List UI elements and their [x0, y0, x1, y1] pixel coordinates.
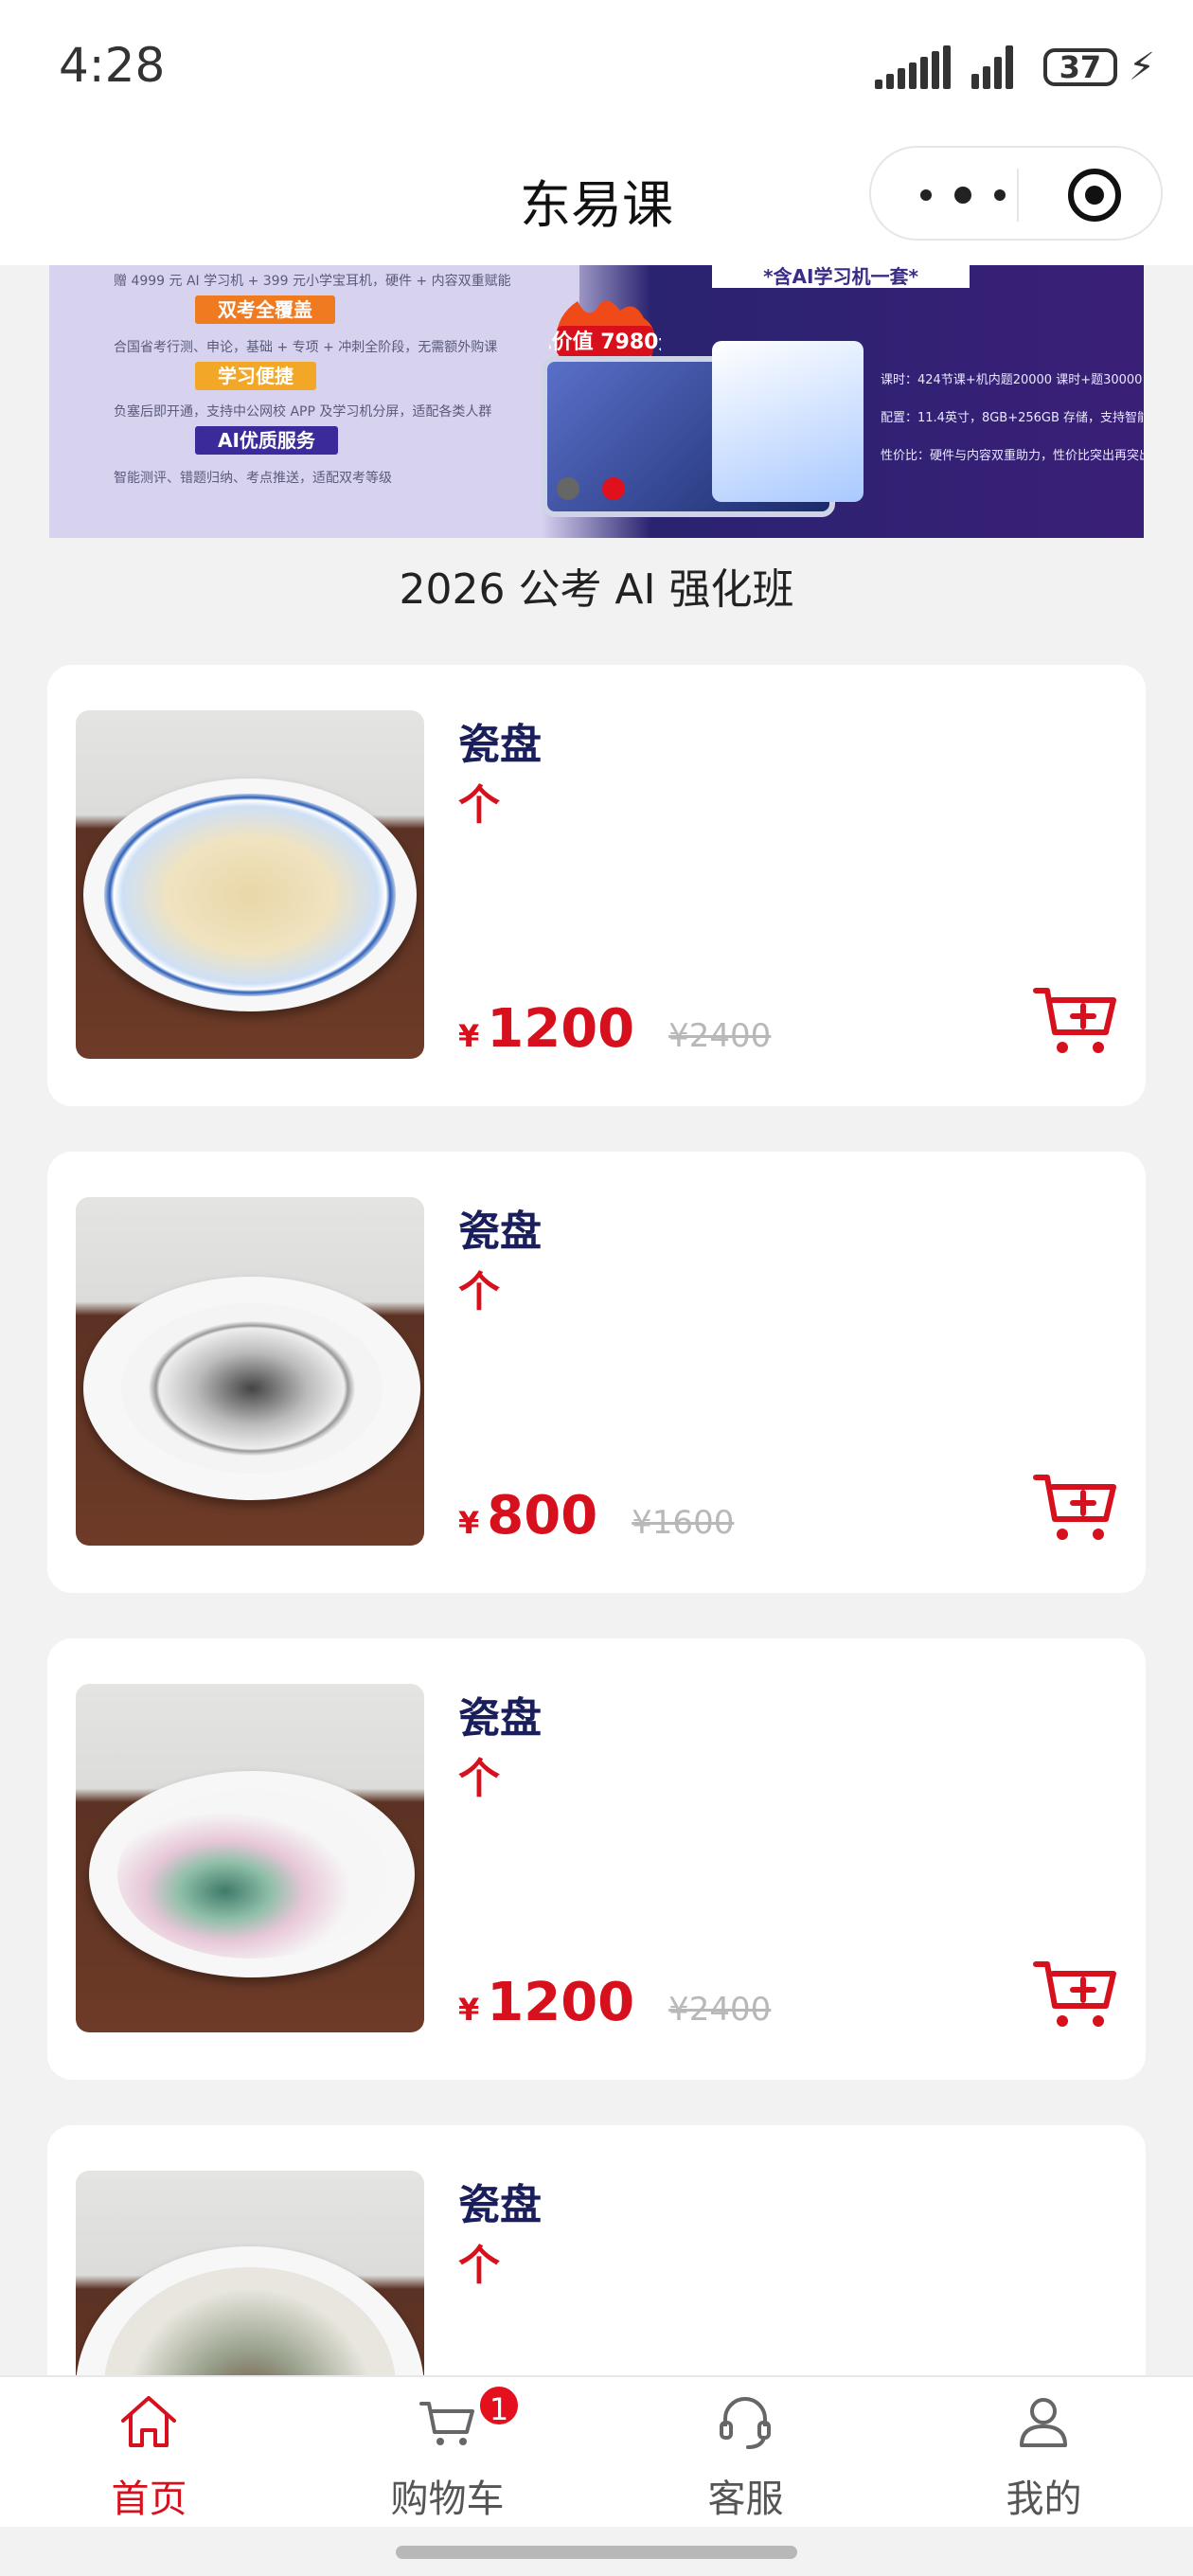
tab-label: 我的: [1006, 2478, 1082, 2521]
tab-bar: 首页 1 购物车 客服 我的: [0, 2375, 1193, 2529]
banner-spec: 课时：424节课+机内题20000 课时+题30000 知识点: [881, 373, 1144, 387]
user-icon: [1020, 2398, 1067, 2447]
capsule-divider: [1017, 169, 1019, 222]
banner-right-title: *含AI学习机一套*: [712, 265, 970, 288]
status-bar: 4:28 37 ⚡: [0, 0, 1193, 133]
add-to-cart-icon[interactable]: [1032, 983, 1117, 1059]
mini-program-capsule: [869, 146, 1163, 241]
tab-label: 购物车: [390, 2478, 505, 2521]
tab-cart[interactable]: 1 购物车: [298, 2377, 596, 2529]
product-title: 瓷盘: [458, 1694, 542, 1743]
status-icons: 37 ⚡: [874, 45, 1155, 89]
product-image: [76, 710, 424, 1059]
banner-line: 合国省考行测、申论，基础 + 专项 + 冲刺全阶段，无需额外购课: [114, 340, 498, 355]
original-price: ¥1600: [632, 1504, 735, 1542]
home-indicator[interactable]: [396, 2546, 797, 2559]
product-price: 800: [487, 1485, 598, 1547]
product-card[interactable]: 瓷盘 个 ¥ 1200 ¥2400: [47, 665, 1146, 1106]
currency-symbol: ¥: [458, 1992, 480, 2028]
original-price: ¥2400: [668, 1017, 772, 1055]
product-price: 1200: [487, 998, 635, 1060]
promo-banner[interactable]: 赠 4999 元 AI 学习机 + 399 元小学宝耳机，硬件 + 内容双重赋能…: [49, 265, 1144, 538]
banner-line: 负塞后即开通，支持中公网校 APP 及学习机分屏，适配各类人群: [114, 404, 492, 420]
status-time: 4:28: [59, 38, 166, 93]
original-price: ¥2400: [668, 1991, 772, 2029]
tab-service[interactable]: 客服: [596, 2377, 895, 2529]
add-to-cart-icon[interactable]: [1032, 1470, 1117, 1546]
product-unit: 个: [458, 1268, 500, 1316]
carousel-dots: [557, 477, 648, 504]
currency-symbol: ¥: [458, 1018, 480, 1054]
price-row: ¥ 800 ¥1600: [458, 1485, 734, 1547]
product-title: 瓷盘: [458, 721, 542, 769]
banner-tag: 双考全覆盖: [195, 295, 335, 324]
product-unit: 个: [458, 781, 500, 830]
price-row: ¥ 1200 ¥2400: [458, 1972, 771, 2033]
product-unit: 个: [458, 1755, 500, 1803]
carousel-dot[interactable]: [557, 477, 579, 500]
tab-mine[interactable]: 我的: [895, 2377, 1193, 2529]
price-row: ¥ 1200 ¥2400: [458, 998, 771, 1060]
charging-icon: ⚡: [1128, 45, 1155, 89]
banner-caption: 2026 公考 AI 强化班: [399, 565, 794, 614]
close-target-icon[interactable]: [1066, 167, 1123, 224]
product-unit: 个: [458, 2242, 500, 2290]
product-title: 瓷盘: [458, 2181, 542, 2229]
signal-icon-2: [970, 45, 1023, 89]
banner-tag: AI优质服务: [195, 426, 338, 455]
more-button[interactable]: [920, 169, 1011, 220]
price-badge-text: 总价值 7980元: [549, 330, 661, 354]
product-image: [76, 1684, 424, 2032]
nav-header: 东易课: [0, 133, 1193, 265]
tab-label: 客服: [707, 2478, 784, 2521]
banner-line: 智能测评、错题归纳、考点推送，适配双考等级: [114, 471, 392, 486]
banner-spec: 性价比：硬件与内容双重助力，性价比突出再突出: [881, 449, 1144, 463]
signal-icon: [874, 45, 951, 89]
price-flame-icon: 总价值 7980元: [549, 300, 661, 356]
product-title: 瓷盘: [458, 1208, 542, 1256]
product-image: [76, 1197, 424, 1546]
product-price: 1200: [487, 1972, 635, 2033]
currency-symbol: ¥: [458, 1505, 480, 1541]
cart-icon: [419, 2402, 474, 2445]
carousel-dot-active[interactable]: [602, 477, 625, 500]
add-to-cart-icon[interactable]: [1032, 1957, 1117, 2032]
device-image: [712, 341, 864, 502]
product-card[interactable]: 瓷盘 个 ¥ 1200 ¥2400: [47, 1638, 1146, 2080]
banner-spec: 配置：11.4英寸，8GB+256GB 存储，支持智能规划备考: [881, 411, 1144, 425]
product-card[interactable]: 瓷盘 个 ¥ 800 ¥1600: [47, 1152, 1146, 1593]
tab-home[interactable]: 首页: [0, 2377, 298, 2529]
battery-icon: 37: [1042, 48, 1117, 86]
home-icon: [121, 2396, 176, 2447]
headset-icon: [720, 2397, 771, 2449]
banner-line: 赠 4999 元 AI 学习机 + 399 元小学宝耳机，硬件 + 内容双重赋能: [114, 274, 511, 289]
tab-label: 首页: [111, 2478, 187, 2521]
cart-badge: 1: [476, 2383, 522, 2428]
banner-tag: 学习便捷: [195, 362, 316, 390]
